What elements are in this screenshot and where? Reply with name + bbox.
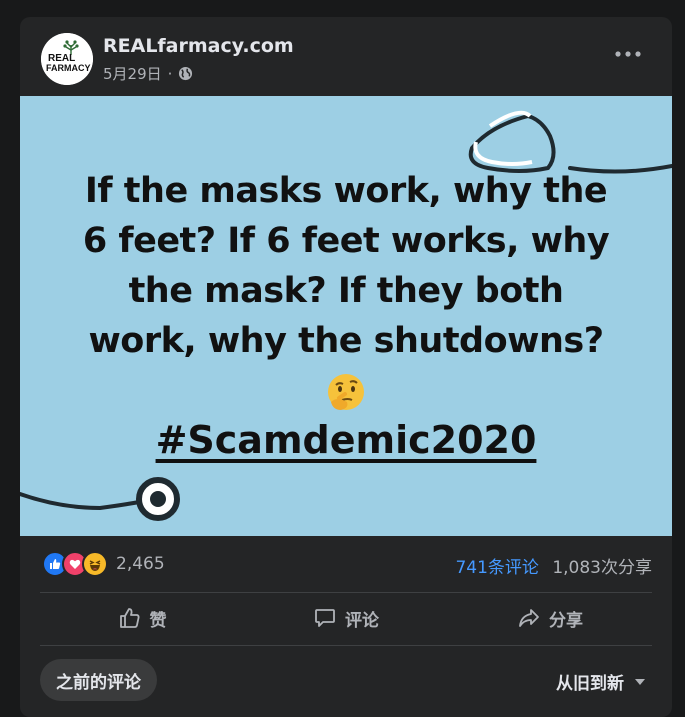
share-arrow-icon — [519, 609, 539, 627]
quote-line: the mask? If they both — [128, 271, 564, 311]
page-avatar[interactable]: REAL FARMACY — [41, 33, 93, 85]
image-quote-text: If the masks work, why the 6 feet? If 6 … — [20, 166, 672, 366]
comment-sort-dropdown[interactable]: 从旧到新 — [556, 669, 646, 694]
actions-divider — [40, 645, 652, 646]
thinking-face-icon — [328, 374, 364, 410]
svg-text:FARMACY: FARMACY — [46, 63, 91, 73]
reaction-count: 2,465 — [116, 554, 165, 574]
page-name[interactable]: REALfarmacy.com — [103, 35, 294, 57]
post-card: REAL FARMACY REALfarmacy.com 5月29日 · If … — [20, 17, 672, 717]
engagement-counts: 741条评论 1,083次分享 — [455, 553, 652, 578]
globe-icon — [179, 66, 193, 81]
quote-line: work, why the shutdowns? — [88, 321, 604, 361]
post-date[interactable]: 5月29日 — [103, 63, 162, 84]
post-image[interactable]: If the masks work, why the 6 feet? If 6 … — [20, 96, 672, 536]
realfarmacy-logo: REAL FARMACY — [41, 33, 93, 85]
like-button[interactable]: 赞 — [40, 593, 244, 643]
comment-label: 评论 — [345, 610, 379, 631]
thumbs-up-icon — [119, 608, 139, 628]
caret-down-icon — [635, 678, 645, 685]
meta-separator: · — [167, 64, 173, 83]
post-meta: 5月29日 · — [103, 63, 193, 84]
haha-icon — [82, 551, 108, 577]
share-label: 分享 — [549, 610, 583, 631]
quote-line: 6 feet? If 6 feet works, why — [82, 221, 610, 261]
comment-count-link[interactable]: 741条评论 — [455, 558, 538, 578]
reactions-summary[interactable]: 2,465 — [42, 551, 165, 577]
share-count-link[interactable]: 1,083次分享 — [552, 558, 652, 578]
more-options-icon[interactable] — [612, 41, 644, 67]
view-earlier-comments-button[interactable]: 之前的评论 — [40, 659, 157, 701]
comment-button[interactable]: 评论 — [244, 593, 448, 643]
quote-line: If the masks work, why the — [84, 171, 608, 211]
share-button[interactable]: 分享 — [448, 593, 652, 643]
comment-bubble-icon — [315, 609, 335, 627]
post-actions: 赞 评论 分享 — [40, 593, 652, 643]
post-stats: 2,465 741条评论 1,083次分享 — [20, 547, 672, 583]
image-hashtag: #Scamdemic2020 — [155, 418, 537, 462]
like-label: 赞 — [149, 610, 167, 631]
sort-label: 从旧到新 — [556, 674, 624, 694]
